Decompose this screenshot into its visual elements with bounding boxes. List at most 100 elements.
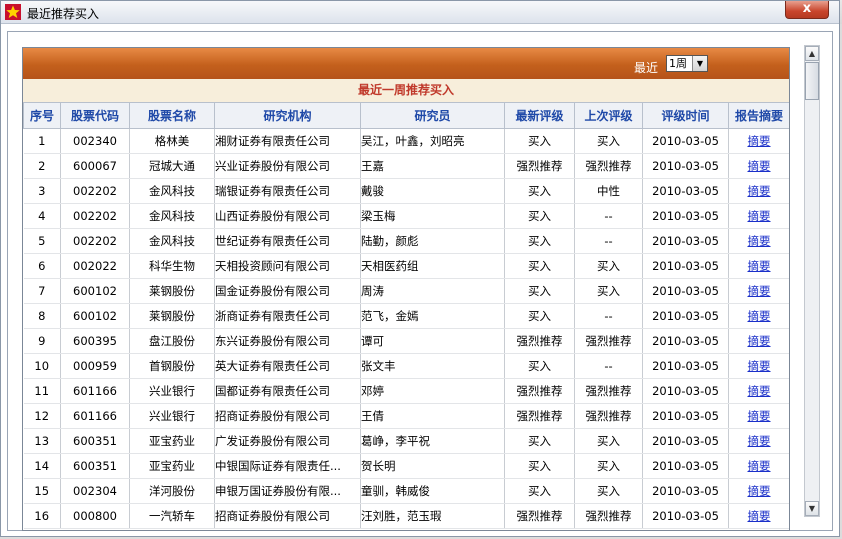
research-org: 世纪证券有限责任公司 xyxy=(214,228,361,254)
period-select-value: 1周 xyxy=(669,57,687,70)
table-row[interactable]: 14 600351 亚宝药业 中银国际证券有限责任... 贺长明 买入 买入 2010-03-… xyxy=(23,453,789,479)
summary-link[interactable]: 摘要 xyxy=(728,378,789,404)
summary-link[interactable]: 摘要 xyxy=(728,453,789,479)
research-org: 山西证券股份有限公司 xyxy=(214,203,361,229)
analyst: 邓婷 xyxy=(360,378,505,404)
col-header-rating-date[interactable]: 评级时间 xyxy=(642,102,729,129)
row-number: 14 xyxy=(23,453,61,479)
analyst: 陆勤，颜彪 xyxy=(360,228,505,254)
stock-code: 600102 xyxy=(60,303,130,329)
table-row[interactable]: 2 600067 冠城大通 兴业证券股份有限公司 王嘉 强烈推荐 强烈推荐 2010-03-0… xyxy=(23,153,789,179)
table-row[interactable]: 8 600102 莱钢股份 浙商证券有限责任公司 范飞，金嫣 买入 -- 2010-03-05… xyxy=(23,303,789,329)
prev-rating: 买入 xyxy=(574,453,643,479)
prev-rating: 强烈推荐 xyxy=(574,503,643,529)
summary-link[interactable]: 摘要 xyxy=(728,328,789,354)
title-bar[interactable]: 最近推荐买入 x xyxy=(1,1,839,24)
summary-link[interactable]: 摘要 xyxy=(728,228,789,254)
rating-date: 2010-03-05 xyxy=(642,278,729,304)
stock-name: 莱钢股份 xyxy=(129,278,215,304)
col-header-no[interactable]: 序号 xyxy=(23,102,61,129)
analyst: 王嘉 xyxy=(360,153,505,179)
table-row[interactable]: 5 002202 金风科技 世纪证券有限责任公司 陆勤，颜彪 买入 -- 2010-03-05… xyxy=(23,228,789,254)
row-number: 12 xyxy=(23,403,61,429)
col-header-latest-rating[interactable]: 最新评级 xyxy=(504,102,575,129)
col-header-org[interactable]: 研究机构 xyxy=(214,102,361,129)
prev-rating: 买入 xyxy=(574,278,643,304)
table-row[interactable]: 1 002340 格林美 湘财证券有限责任公司 吴江，叶鑫，刘昭亮 买入 买入 2010-03… xyxy=(23,128,789,154)
latest-rating: 买入 xyxy=(504,203,575,229)
table-row[interactable]: 7 600102 莱钢股份 国金证券股份有限公司 周涛 买入 买入 2010-03-05 摘要 xyxy=(23,278,789,304)
summary-link[interactable]: 摘要 xyxy=(728,478,789,504)
close-button[interactable]: x xyxy=(785,1,829,19)
table-row[interactable]: 15 002304 洋河股份 申银万国证券股份有限... 童驯，韩威俊 买入 买入 2010-… xyxy=(23,478,789,504)
table-row[interactable]: 6 002022 科华生物 天相投资顾问有限公司 天相医药组 买入 买入 2010-03-05… xyxy=(23,253,789,279)
rating-date: 2010-03-05 xyxy=(642,153,729,179)
row-number: 5 xyxy=(23,228,61,254)
row-number: 3 xyxy=(23,178,61,204)
rating-date: 2010-03-05 xyxy=(642,328,729,354)
research-org: 东兴证券股份有限公司 xyxy=(214,328,361,354)
col-header-name[interactable]: 股票名称 xyxy=(129,102,215,129)
table-row[interactable]: 11 601166 兴业银行 国都证券有限责任公司 邓婷 强烈推荐 强烈推荐 2010-03-… xyxy=(23,378,789,404)
analyst: 周涛 xyxy=(360,278,505,304)
chevron-down-icon[interactable]: ▼ xyxy=(692,56,707,71)
analyst: 汪刘胜，范玉瑕 xyxy=(360,503,505,529)
table-row[interactable]: 4 002202 金风科技 山西证券股份有限公司 梁玉梅 买入 -- 2010-03-05 摘要 xyxy=(23,203,789,229)
stock-name: 金风科技 xyxy=(129,178,215,204)
col-header-analyst[interactable]: 研究员 xyxy=(360,102,505,129)
table-row[interactable]: 3 002202 金风科技 瑞银证券有限责任公司 戴骏 买入 中性 2010-03-05 摘要 xyxy=(23,178,789,204)
summary-link[interactable]: 摘要 xyxy=(728,403,789,429)
rating-date: 2010-03-05 xyxy=(642,403,729,429)
row-number: 16 xyxy=(23,503,61,529)
table-row[interactable]: 9 600395 盘江股份 东兴证券股份有限公司 谭可 强烈推荐 强烈推荐 2010-03-0… xyxy=(23,328,789,354)
summary-link[interactable]: 摘要 xyxy=(728,428,789,454)
col-header-code[interactable]: 股票代码 xyxy=(60,102,130,129)
summary-link[interactable]: 摘要 xyxy=(728,203,789,229)
summary-link[interactable]: 摘要 xyxy=(728,178,789,204)
table-row[interactable]: 10 000959 首钢股份 英大证券有限责任公司 张文丰 买入 -- 2010-03-05 摘… xyxy=(23,353,789,379)
stock-name: 莱钢股份 xyxy=(129,303,215,329)
table-row[interactable]: 16 000800 一汽轿车 招商证券股份有限公司 汪刘胜，范玉瑕 强烈推荐 强烈推荐 201… xyxy=(23,503,789,529)
summary-link[interactable]: 摘要 xyxy=(728,303,789,329)
client-area: 最近 1周 ▼ 最近一周推荐买入 序号 股票代码 股票名称 研究机构 研究员 最… xyxy=(7,31,833,531)
stock-name: 亚宝药业 xyxy=(129,453,215,479)
research-org: 招商证券股份有限公司 xyxy=(214,403,361,429)
scroll-up-button[interactable]: ▲ xyxy=(805,46,819,61)
analyst: 吴江，叶鑫，刘昭亮 xyxy=(360,128,505,154)
row-number: 2 xyxy=(23,153,61,179)
rating-date: 2010-03-05 xyxy=(642,453,729,479)
summary-link[interactable]: 摘要 xyxy=(728,503,789,529)
stock-code: 600067 xyxy=(60,153,130,179)
summary-link[interactable]: 摘要 xyxy=(728,128,789,154)
scroll-down-button[interactable]: ▼ xyxy=(805,501,819,516)
col-header-prev-rating[interactable]: 上次评级 xyxy=(574,102,643,129)
recommend-table: 序号 股票代码 股票名称 研究机构 研究员 最新评级 上次评级 评级时间 报告摘… xyxy=(23,102,789,529)
table-row[interactable]: 12 601166 兴业银行 招商证券股份有限公司 王倩 强烈推荐 强烈推荐 2010-03-… xyxy=(23,403,789,429)
summary-link[interactable]: 摘要 xyxy=(728,353,789,379)
analyst: 范飞，金嫣 xyxy=(360,303,505,329)
analyst: 王倩 xyxy=(360,403,505,429)
vertical-scrollbar[interactable]: ▲ ▼ xyxy=(804,45,820,517)
research-org: 湘财证券有限责任公司 xyxy=(214,128,361,154)
research-org: 广发证券股份有限公司 xyxy=(214,428,361,454)
table-row[interactable]: 13 600351 亚宝药业 广发证券股份有限公司 葛峥，李平祝 买入 买入 2010-03-… xyxy=(23,428,789,454)
row-number: 7 xyxy=(23,278,61,304)
summary-link[interactable]: 摘要 xyxy=(728,278,789,304)
stock-code: 600351 xyxy=(60,428,130,454)
summary-link[interactable]: 摘要 xyxy=(728,253,789,279)
latest-rating: 强烈推荐 xyxy=(504,503,575,529)
latest-rating: 强烈推荐 xyxy=(504,153,575,179)
prev-rating: 买入 xyxy=(574,128,643,154)
analyst: 童驯，韩威俊 xyxy=(360,478,505,504)
analyst: 贺长明 xyxy=(360,453,505,479)
stock-name: 亚宝药业 xyxy=(129,428,215,454)
stock-code: 601166 xyxy=(60,403,130,429)
col-header-summary[interactable]: 报告摘要 xyxy=(728,102,789,129)
stock-code: 600395 xyxy=(60,328,130,354)
summary-link[interactable]: 摘要 xyxy=(728,153,789,179)
latest-rating: 买入 xyxy=(504,178,575,204)
scroll-thumb[interactable] xyxy=(805,62,819,100)
analyst: 张文丰 xyxy=(360,353,505,379)
period-select[interactable]: 1周 ▼ xyxy=(666,55,708,72)
research-org: 瑞银证券有限责任公司 xyxy=(214,178,361,204)
